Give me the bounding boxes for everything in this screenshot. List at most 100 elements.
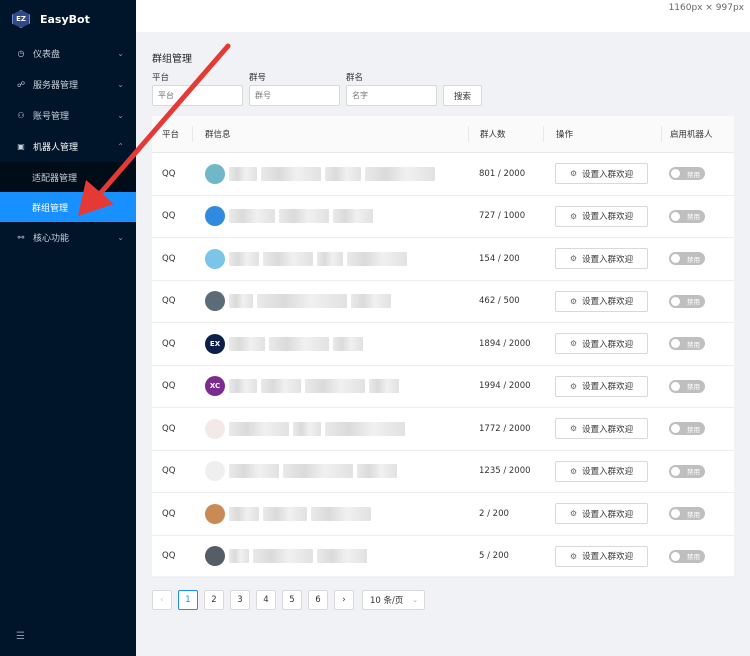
platform-cell: QQ	[162, 551, 176, 562]
page-number-button[interactable]: 3	[230, 590, 250, 610]
settings-icon: ⚙	[569, 381, 578, 391]
member-count-cell: 5 / 200	[479, 551, 509, 562]
redacted-group-name	[283, 464, 353, 479]
set-join-welcome-button[interactable]: ⚙ 设置入群欢迎	[555, 375, 648, 397]
member-count-cell: 1894 / 2000	[479, 338, 531, 349]
sidebar-item-core-features[interactable]: ⚯ 核心功能 ⌄	[0, 222, 136, 253]
sidebar-item-robot[interactable]: ▣ 机器人管理 ⌃	[0, 131, 136, 162]
set-join-welcome-button[interactable]: ⚙ 设置入群欢迎	[555, 290, 648, 312]
chevron-down-icon: ⌄	[117, 49, 124, 58]
button-label: 设置入群欢迎	[582, 169, 634, 180]
platform-filter-input[interactable]	[152, 85, 243, 106]
sidebar-item-label: 仪表盘	[33, 50, 61, 60]
enable-bot-cell: 禁用	[661, 507, 734, 521]
actions-cell: ⚙ 设置入群欢迎	[543, 163, 661, 185]
table-row: QQ 727 / 1000 ⚙ 设置入群欢迎 禁用	[152, 196, 734, 238]
column-header-member-count: 群人数	[468, 126, 543, 142]
group-info-cell	[192, 291, 468, 312]
page-number-button[interactable]: 5	[282, 590, 302, 610]
enable-bot-toggle[interactable]: 禁用	[669, 294, 705, 308]
page-number-button[interactable]: 1	[178, 590, 198, 610]
platform-cell: QQ	[162, 296, 176, 307]
settings-icon: ⚙	[569, 424, 578, 434]
search-button[interactable]: 搜索	[443, 85, 482, 106]
toggle-label: 禁用	[687, 340, 700, 349]
screenshot-size-label: 1160px × 997px	[668, 3, 744, 13]
sidebar-item-group-management[interactable]: 群组管理	[0, 192, 136, 222]
link-icon: ⚯	[17, 233, 25, 242]
robot-icon: ▣	[17, 142, 25, 151]
sidebar-item-adapter-management[interactable]: 适配器管理	[0, 162, 136, 192]
sidebar-item-server[interactable]: ☍ 服务器管理 ⌄	[0, 69, 136, 100]
page-number-button[interactable]: 4	[256, 590, 276, 610]
top-bar: 1160px × 997px	[136, 0, 750, 32]
button-label: 设置入群欢迎	[582, 467, 634, 478]
redacted-group-name	[229, 464, 279, 479]
next-page-button[interactable]: ›	[334, 590, 354, 610]
set-join-welcome-button[interactable]: ⚙ 设置入群欢迎	[555, 333, 648, 355]
toggle-knob	[671, 296, 680, 306]
settings-icon: ⚙	[569, 169, 578, 179]
table-row: QQ 5 / 200 ⚙ 设置入群欢迎 禁用	[152, 536, 734, 578]
set-join-welcome-button[interactable]: ⚙ 设置入群欢迎	[555, 205, 648, 227]
toggle-knob	[671, 211, 680, 221]
toggle-label: 禁用	[687, 510, 700, 519]
sidebar-item-dashboard[interactable]: ◷ 仪表盘 ⌄	[0, 38, 136, 69]
enable-bot-cell: 禁用	[661, 379, 734, 393]
group-info-cell	[192, 248, 468, 269]
group-info-cell	[192, 503, 468, 524]
toggle-knob	[671, 381, 680, 391]
toggle-label: 禁用	[687, 383, 700, 392]
collapse-menu-icon[interactable]: ☰	[16, 631, 25, 642]
enable-bot-toggle[interactable]: 禁用	[669, 422, 705, 436]
enable-bot-toggle[interactable]: 禁用	[669, 507, 705, 521]
brand[interactable]: EZ EasyBot	[0, 0, 136, 38]
toggle-knob	[671, 466, 680, 476]
member-count-cell: 154 / 200	[479, 253, 520, 264]
enable-bot-toggle[interactable]: 禁用	[669, 252, 705, 266]
redacted-group-name	[279, 209, 329, 224]
page-size-select[interactable]: 10 条/页 ⌄	[362, 590, 425, 610]
chevron-down-icon: ⌄	[117, 233, 124, 242]
set-join-welcome-button[interactable]: ⚙ 设置入群欢迎	[555, 418, 648, 440]
button-label: 设置入群欢迎	[582, 212, 634, 223]
toggle-label: 禁用	[687, 170, 700, 179]
group-id-filter-input[interactable]	[249, 85, 340, 106]
chevron-down-icon: ⌄	[412, 596, 418, 604]
enable-bot-toggle[interactable]: 禁用	[669, 209, 705, 223]
platform-cell: QQ	[162, 381, 176, 392]
group-avatar	[205, 291, 225, 312]
table-row: QQ 462 / 500 ⚙ 设置入群欢迎 禁用	[152, 281, 734, 323]
redacted-group-name	[333, 209, 373, 224]
member-count-cell: 1772 / 2000	[479, 423, 531, 434]
prev-page-button[interactable]: ‹	[152, 590, 172, 610]
page-number-button[interactable]: 2	[204, 590, 224, 610]
group-avatar	[205, 546, 225, 567]
toggle-label: 禁用	[687, 298, 700, 307]
redacted-group-name	[229, 209, 275, 224]
redacted-group-name	[347, 251, 407, 266]
table-row: QQ 801 / 2000 ⚙ 设置入群欢迎 禁用	[152, 153, 734, 196]
page-number-button[interactable]: 6	[308, 590, 328, 610]
button-label: 设置入群欢迎	[582, 552, 634, 563]
enable-bot-toggle[interactable]: 禁用	[669, 337, 705, 351]
group-name-filter-label: 群名	[346, 73, 364, 83]
enable-bot-toggle[interactable]: 禁用	[669, 379, 705, 393]
set-join-welcome-button[interactable]: ⚙ 设置入群欢迎	[555, 248, 648, 270]
settings-icon: ⚙	[569, 211, 578, 221]
sidebar-item-account[interactable]: ⚇ 账号管理 ⌄	[0, 100, 136, 131]
group-avatar	[205, 206, 225, 227]
toggle-knob	[671, 424, 680, 434]
enable-bot-toggle[interactable]: 禁用	[669, 549, 705, 563]
set-join-welcome-button[interactable]: ⚙ 设置入群欢迎	[555, 163, 648, 185]
redacted-group-name	[365, 166, 435, 181]
toggle-knob	[671, 339, 680, 349]
enable-bot-toggle[interactable]: 禁用	[669, 167, 705, 181]
group-name-filter-input[interactable]	[346, 85, 437, 106]
set-join-welcome-button[interactable]: ⚙ 设置入群欢迎	[555, 460, 648, 482]
toggle-knob	[671, 254, 680, 264]
set-join-welcome-button[interactable]: ⚙ 设置入群欢迎	[555, 545, 648, 567]
set-join-welcome-button[interactable]: ⚙ 设置入群欢迎	[555, 503, 648, 525]
enable-bot-toggle[interactable]: 禁用	[669, 464, 705, 478]
button-label: 设置入群欢迎	[582, 339, 634, 350]
